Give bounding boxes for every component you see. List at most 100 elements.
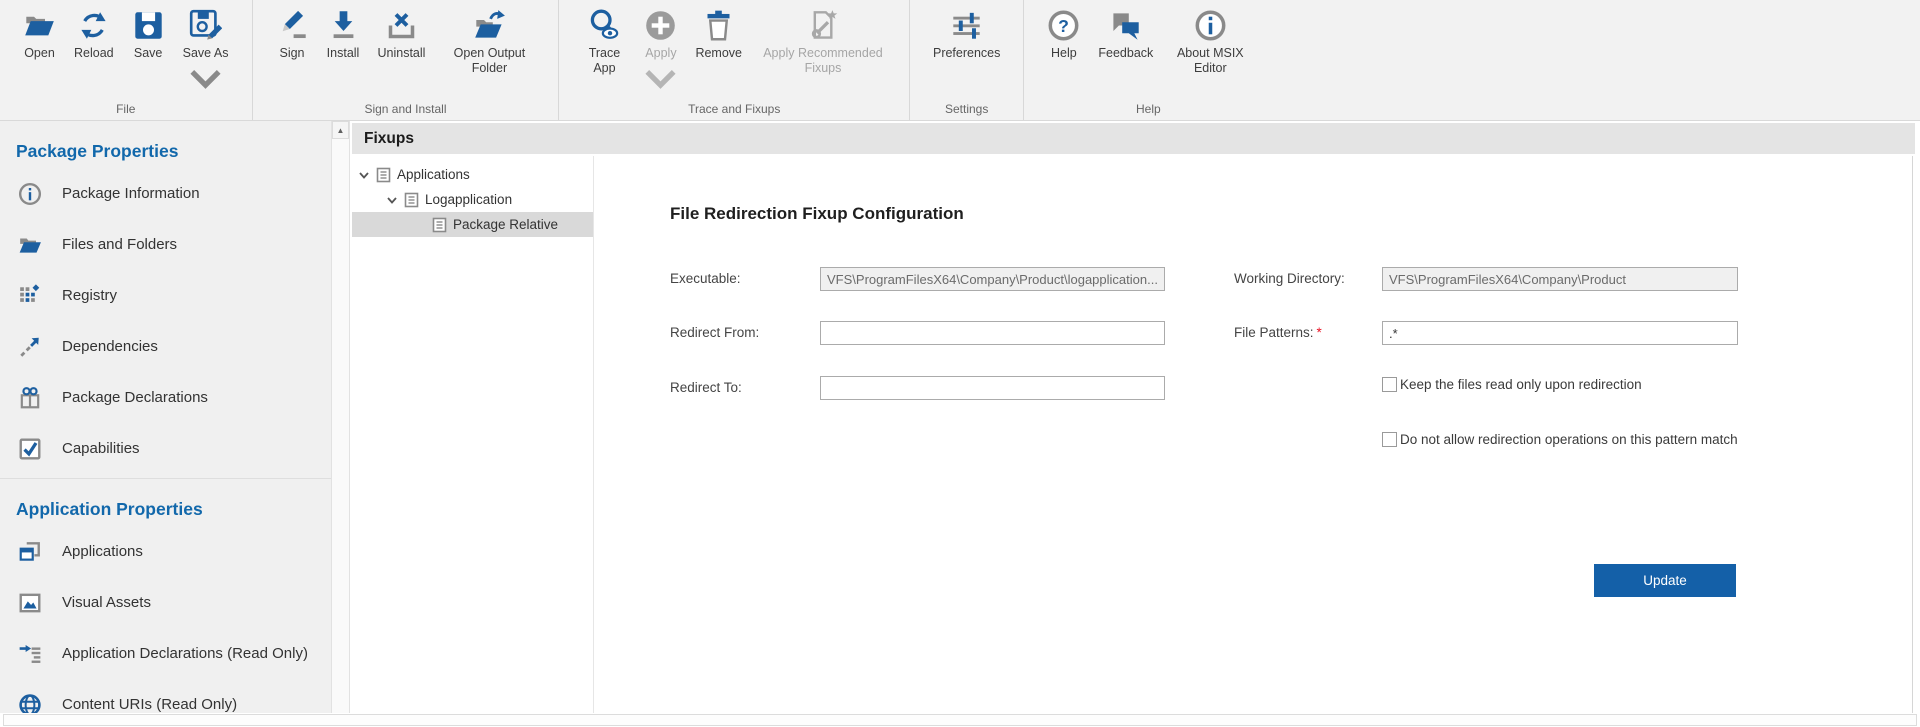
sidebar-item-capabilities[interactable]: Capabilities — [0, 423, 331, 474]
document-icon — [432, 217, 447, 233]
sidebar-item-label: Files and Folders — [62, 236, 177, 253]
reload-button[interactable]: Reload — [65, 7, 123, 61]
fixups-panel: Fixups Applications Logapplication Packa… — [350, 121, 1920, 713]
sidebar-item-registry[interactable]: Registry — [0, 270, 331, 321]
button-label: Reload — [74, 46, 114, 61]
sidebar-item-label: Content URIs (Read Only) — [62, 696, 237, 713]
sidebar-item-applications[interactable]: Applications — [0, 526, 331, 577]
no-redirection-checkbox-row: Do not allow redirection operations on t… — [1382, 432, 1738, 447]
fixups-tree: Applications Logapplication Package Rela… — [352, 156, 594, 713]
keep-read-only-checkbox[interactable] — [1382, 377, 1397, 392]
redirect-from-input[interactable] — [820, 321, 1165, 345]
chevron-down-icon — [644, 62, 677, 95]
recommended-fixups-icon — [806, 9, 839, 42]
svg-text:?: ? — [1059, 16, 1070, 36]
about-msix-editor-button[interactable]: About MSIX Editor — [1162, 7, 1258, 76]
tree-item-label: Package Relative — [453, 217, 558, 232]
update-button[interactable]: Update — [1594, 564, 1736, 597]
tree-item-logapplication[interactable]: Logapplication — [352, 187, 593, 212]
dependency-arrow-icon — [18, 335, 42, 359]
feedback-button[interactable]: Feedback — [1089, 7, 1162, 61]
open-button[interactable]: Open — [14, 7, 65, 61]
ribbon-group-trace-fixups: Trace App Apply Remove Apply Recommended… — [558, 0, 909, 120]
sidebar-item-label: Applications — [62, 543, 143, 560]
feedback-bubbles-icon — [1109, 9, 1142, 42]
file-patterns-input[interactable] — [1382, 321, 1738, 345]
sidebar-heading-application-properties: Application Properties — [16, 499, 331, 520]
trace-app-icon — [588, 9, 621, 42]
ribbon-group-label: File — [0, 102, 252, 116]
working-directory-input[interactable] — [1382, 267, 1738, 291]
redirect-to-input[interactable] — [820, 376, 1165, 400]
sidebar-item-files-and-folders[interactable]: Files and Folders — [0, 219, 331, 270]
tree-item-label: Logapplication — [425, 192, 512, 207]
sign-button[interactable]: Sign — [267, 7, 318, 61]
ribbon-group-file: Open Reload Save Save As File — [0, 0, 252, 120]
chevron-expanded-icon[interactable] — [358, 170, 370, 180]
trace-app-button[interactable]: Trace App — [573, 7, 635, 76]
button-label: Uninstall — [378, 46, 426, 61]
horizontal-scrollbar[interactable] — [3, 714, 1917, 726]
button-label: Apply — [645, 46, 676, 61]
help-button[interactable]: ? Help — [1038, 7, 1089, 61]
sidebar-navigation: Package Properties Package Information F… — [0, 121, 331, 713]
scrollbar-up-arrow[interactable]: ▲ — [332, 121, 349, 139]
sidebar-item-label: Package Information — [62, 185, 200, 202]
panel-title: Fixups — [352, 123, 1915, 154]
sidebar-item-dependencies[interactable]: Dependencies — [0, 321, 331, 372]
folder-icon — [18, 233, 42, 257]
checkbox-label: Keep the files read only upon redirectio… — [1400, 377, 1642, 392]
ribbon-toolbar: Open Reload Save Save As File Sign Insta… — [0, 0, 1920, 121]
sidebar-item-label: Dependencies — [62, 338, 158, 355]
button-label: Preferences — [933, 46, 1000, 61]
button-label: Feedback — [1098, 46, 1153, 61]
sidebar-item-content-uris[interactable]: Content URIs (Read Only) — [0, 679, 331, 713]
sidebar-item-label: Visual Assets — [62, 594, 151, 611]
no-redirection-checkbox[interactable] — [1382, 432, 1397, 447]
sign-pencil-icon — [276, 9, 309, 42]
remove-button[interactable]: Remove — [686, 7, 751, 61]
button-label: Apply Recommended Fixups — [760, 46, 886, 76]
sidebar-item-visual-assets[interactable]: Visual Assets — [0, 577, 331, 628]
redirect-to-label: Redirect To: — [670, 376, 742, 400]
install-button[interactable]: Install — [318, 7, 369, 61]
sidebar-item-package-information[interactable]: Package Information — [0, 168, 331, 219]
tree-item-package-relative[interactable]: Package Relative — [352, 212, 593, 237]
sidebar-heading-package-properties: Package Properties — [16, 141, 331, 162]
uninstall-button[interactable]: Uninstall — [369, 7, 435, 61]
gift-box-icon — [18, 386, 42, 410]
sidebar-item-package-declarations[interactable]: Package Declarations — [0, 372, 331, 423]
button-label: Save As — [183, 46, 229, 61]
sidebar-item-application-declarations[interactable]: Application Declarations (Read Only) — [0, 628, 331, 679]
ribbon-group-label: Trace and Fixups — [559, 102, 909, 116]
required-asterisk: * — [1317, 325, 1322, 340]
executable-input[interactable] — [820, 267, 1165, 291]
sidebar-scrollbar[interactable]: ▲ — [331, 121, 350, 713]
about-info-icon — [1194, 9, 1227, 42]
button-label: Remove — [695, 46, 742, 61]
button-label: Open — [24, 46, 55, 61]
keep-read-only-checkbox-row: Keep the files read only upon redirectio… — [1382, 377, 1642, 392]
chevron-down-icon — [189, 62, 222, 95]
tree-item-applications[interactable]: Applications — [352, 162, 593, 187]
button-label: Save — [134, 46, 163, 61]
remove-trash-icon — [702, 9, 735, 42]
save-icon — [132, 9, 165, 42]
chevron-expanded-icon[interactable] — [386, 195, 398, 205]
ribbon-group-label: Settings — [910, 102, 1023, 116]
msix-editor-window: { "ribbon": { "groups": [ { "label": "Fi… — [0, 0, 1920, 727]
sidebar-item-label: Application Declarations (Read Only) — [62, 645, 308, 662]
uninstall-x-icon — [385, 9, 418, 42]
save-button[interactable]: Save — [123, 7, 174, 61]
working-directory-label: Working Directory: — [1234, 267, 1345, 291]
open-output-folder-button[interactable]: Open Output Folder — [434, 7, 544, 76]
button-label: Sign — [279, 46, 304, 61]
sidebar-item-label: Package Declarations — [62, 389, 208, 406]
preferences-button[interactable]: Preferences — [924, 7, 1009, 61]
save-as-button[interactable]: Save As — [174, 7, 238, 95]
ribbon-group-sign-install: Sign Install Uninstall Open Output Folde… — [252, 0, 559, 120]
apply-recommended-fixups-button[interactable]: Apply Recommended Fixups — [751, 7, 895, 76]
apply-button[interactable]: Apply — [635, 7, 686, 95]
ribbon-group-label: Help — [1024, 102, 1272, 116]
redirect-from-label: Redirect From: — [670, 321, 759, 345]
